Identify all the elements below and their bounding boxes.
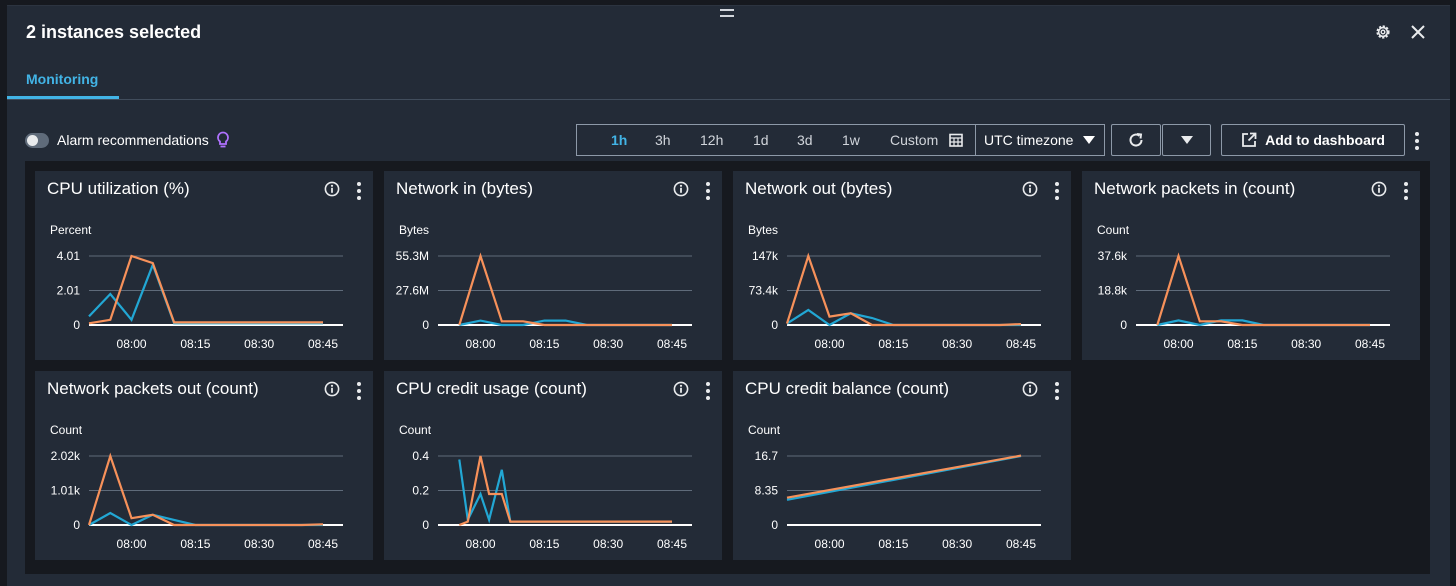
x-tick-label: 08:15 bbox=[878, 337, 908, 351]
x-tick-label: 08:00 bbox=[815, 537, 845, 551]
x-tick-label: 08:15 bbox=[180, 337, 210, 351]
series-line-1 bbox=[88, 261, 323, 325]
y-tick-label: 73.4k bbox=[749, 284, 779, 298]
x-tick-label: 08:45 bbox=[1006, 537, 1036, 551]
x-tick-label: 08:45 bbox=[1006, 337, 1036, 351]
range-12h[interactable]: 12h bbox=[700, 132, 723, 148]
calendar-icon[interactable] bbox=[949, 133, 963, 152]
y-tick-label: 2.01 bbox=[57, 284, 81, 298]
x-tick-label: 08:45 bbox=[657, 337, 687, 351]
series-line-1 bbox=[88, 511, 323, 527]
y-tick-label: 0.2 bbox=[412, 484, 429, 498]
x-tick-label: 08:15 bbox=[529, 337, 559, 351]
x-tick-label: 08:45 bbox=[308, 537, 338, 551]
y-tick-label: 2.02k bbox=[51, 449, 81, 463]
external-link-icon bbox=[1242, 132, 1257, 147]
y-tick-label: 0 bbox=[1120, 318, 1127, 332]
metric-card: CPU utilization (%) Percent 4.01 2.01 0 08:00… bbox=[35, 171, 373, 360]
y-tick-label: 0 bbox=[73, 318, 80, 332]
alarm-recommendations-label: Alarm recommendations bbox=[57, 132, 209, 148]
tab-divider bbox=[7, 99, 1450, 100]
y-tick-label: 1.01k bbox=[51, 484, 81, 498]
x-tick-label: 08:30 bbox=[593, 537, 623, 551]
metric-card: Network packets out (count) Count 2.02k 1.0… bbox=[35, 371, 373, 560]
line-chart: 55.3M 27.6M 0 08:00 08:15 08:30 08:45 bbox=[396, 249, 692, 351]
alarm-recommendations-toggle[interactable] bbox=[25, 133, 49, 148]
y-tick-label: 0 bbox=[771, 518, 778, 532]
x-tick-label: 08:30 bbox=[942, 537, 972, 551]
x-tick-label: 08:30 bbox=[244, 537, 274, 551]
x-tick-label: 08:30 bbox=[1291, 337, 1321, 351]
toolbar-kebab-icon[interactable] bbox=[1415, 132, 1419, 150]
refresh-icon bbox=[1129, 133, 1143, 147]
caret-down-icon bbox=[1180, 136, 1193, 144]
range-1h[interactable]: 1h bbox=[611, 132, 627, 148]
metric-card: CPU credit usage (count) Count 0.4 0.2 0 08:0… bbox=[384, 371, 722, 560]
metric-card: CPU credit balance (count) Count 16.7 8.35 0… bbox=[733, 371, 1071, 560]
y-tick-label: 55.3M bbox=[396, 249, 429, 263]
close-icon[interactable] bbox=[1408, 22, 1428, 42]
y-tick-label: 147k bbox=[752, 249, 779, 263]
line-chart: 37.6k 18.8k 0 08:00 08:15 08:30 08:45 bbox=[1098, 249, 1390, 351]
drag-handle-icon[interactable] bbox=[720, 9, 734, 17]
y-tick-label: 0 bbox=[73, 518, 80, 532]
metric-card: Network packets in (count) Count 37.6k 18.8… bbox=[1082, 171, 1420, 360]
x-tick-label: 08:15 bbox=[180, 537, 210, 551]
y-tick-label: 0.4 bbox=[412, 449, 429, 463]
y-tick-label: 16.7 bbox=[755, 449, 779, 463]
line-chart: 4.01 2.01 0 08:00 08:15 08:30 08:45 bbox=[57, 249, 343, 351]
time-range-selector: 1h 3h 12h 1d 3d 1w Custom bbox=[576, 124, 976, 156]
x-tick-label: 08:30 bbox=[593, 337, 623, 351]
lightbulb-icon[interactable] bbox=[216, 131, 230, 149]
y-tick-label: 27.6M bbox=[396, 284, 429, 298]
range-1w[interactable]: 1w bbox=[842, 132, 860, 148]
range-custom[interactable]: Custom bbox=[890, 132, 938, 148]
x-tick-label: 08:15 bbox=[529, 537, 559, 551]
line-chart: 2.02k 1.01k 0 08:00 08:15 08:30 08:45 bbox=[51, 449, 343, 551]
x-tick-label: 08:45 bbox=[308, 337, 338, 351]
x-tick-label: 08:00 bbox=[466, 537, 496, 551]
line-chart: 147k 73.4k 0 08:00 08:15 08:30 08:45 bbox=[749, 249, 1041, 351]
series-line-2 bbox=[786, 454, 1022, 499]
gear-icon[interactable] bbox=[1373, 22, 1393, 42]
refresh-button[interactable] bbox=[1111, 124, 1161, 156]
add-to-dashboard-label: Add to dashboard bbox=[1265, 132, 1385, 148]
timezone-select[interactable]: UTC timezone bbox=[975, 124, 1105, 156]
y-tick-label: 4.01 bbox=[57, 249, 81, 263]
x-tick-label: 08:00 bbox=[466, 337, 496, 351]
line-chart: 0.4 0.2 0 08:00 08:15 08:30 08:45 bbox=[412, 449, 692, 551]
x-tick-label: 08:00 bbox=[815, 337, 845, 351]
x-tick-label: 08:00 bbox=[117, 537, 147, 551]
y-tick-label: 8.35 bbox=[755, 484, 779, 498]
y-tick-label: 18.8k bbox=[1098, 284, 1128, 298]
x-tick-label: 08:30 bbox=[244, 337, 274, 351]
caret-down-icon bbox=[1083, 136, 1095, 144]
x-tick-label: 08:30 bbox=[942, 337, 972, 351]
y-tick-label: 37.6k bbox=[1098, 249, 1128, 263]
x-tick-label: 08:00 bbox=[1164, 337, 1194, 351]
y-tick-label: 0 bbox=[771, 318, 778, 332]
series-line-2 bbox=[88, 254, 323, 325]
x-tick-label: 08:00 bbox=[117, 337, 147, 351]
y-tick-label: 0 bbox=[422, 518, 429, 532]
range-3h[interactable]: 3h bbox=[655, 132, 671, 148]
x-tick-label: 08:15 bbox=[878, 537, 908, 551]
tab-monitoring[interactable]: Monitoring bbox=[26, 71, 98, 87]
refresh-options-button[interactable] bbox=[1162, 124, 1211, 156]
y-tick-label: 0 bbox=[422, 318, 429, 332]
panel-title: 2 instances selected bbox=[26, 22, 202, 42]
add-to-dashboard-button[interactable]: Add to dashboard bbox=[1221, 124, 1405, 156]
x-tick-label: 08:15 bbox=[1227, 337, 1257, 351]
range-3d[interactable]: 3d bbox=[797, 132, 813, 148]
metrics-grid: CPU utilization (%) Percent 4.01 2.01 0 08:00… bbox=[25, 161, 1430, 574]
series-line-1 bbox=[786, 308, 1021, 327]
timezone-value: UTC timezone bbox=[984, 132, 1074, 148]
line-chart: 16.7 8.35 0 08:00 08:15 08:30 08:45 bbox=[755, 449, 1041, 551]
range-1d[interactable]: 1d bbox=[753, 132, 769, 148]
metric-card: Network in (bytes) Bytes 55.3M 27.6M 0 08:00 0… bbox=[384, 171, 722, 360]
x-tick-label: 08:45 bbox=[657, 537, 687, 551]
metric-card: Network out (bytes) Bytes 147k 73.4k 0 08:00 0… bbox=[733, 171, 1071, 360]
x-tick-label: 08:45 bbox=[1355, 337, 1385, 351]
